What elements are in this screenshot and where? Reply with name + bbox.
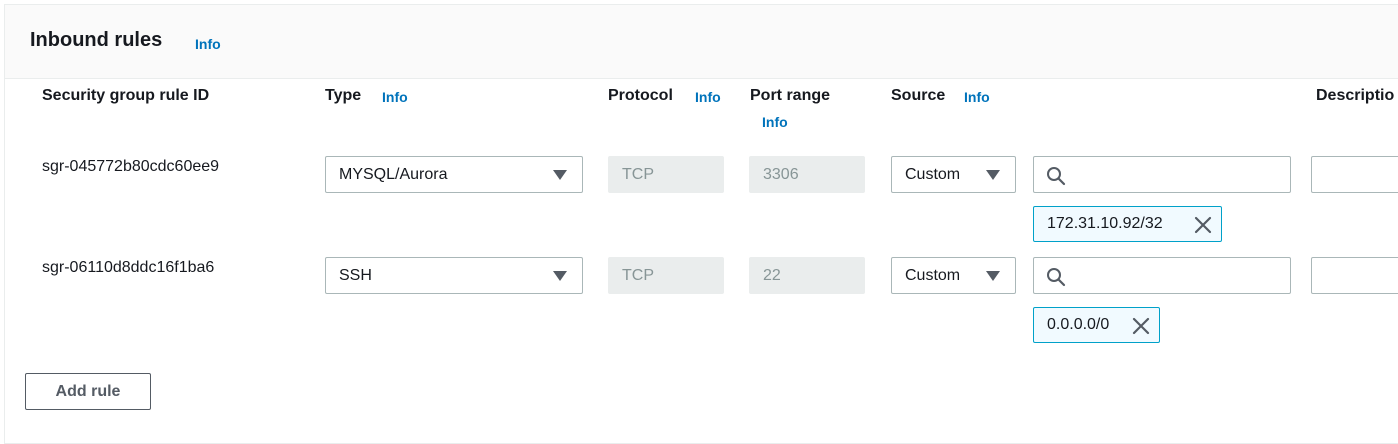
source-search-field[interactable] bbox=[1033, 257, 1291, 294]
source-search-input[interactable] bbox=[1072, 264, 1282, 288]
panel-title: Inbound rules bbox=[30, 29, 163, 51]
caret-down-icon bbox=[553, 271, 567, 281]
source-cidr-value: 172.31.10.92/32 bbox=[1047, 215, 1163, 232]
type-info-link[interactable]: Info bbox=[382, 89, 408, 105]
type-select-value: SSH bbox=[339, 266, 372, 284]
protocol-value: TCP bbox=[622, 165, 654, 183]
source-select-value: Custom bbox=[905, 165, 961, 183]
source-select-value: Custom bbox=[905, 266, 961, 284]
type-select[interactable]: MYSQL/Aurora bbox=[325, 156, 583, 193]
type-select-value: MYSQL/Aurora bbox=[339, 165, 448, 183]
close-icon[interactable] bbox=[1131, 316, 1151, 336]
source-search-input[interactable] bbox=[1072, 163, 1282, 187]
search-icon bbox=[1047, 167, 1066, 186]
caret-down-icon bbox=[553, 170, 567, 180]
protocol-field: TCP bbox=[608, 156, 724, 193]
panel-info-link[interactable]: Info bbox=[195, 36, 221, 52]
source-cidr-value: 0.0.0.0/0 bbox=[1047, 316, 1110, 333]
protocol-field: TCP bbox=[608, 257, 724, 294]
type-select[interactable]: SSH bbox=[325, 257, 583, 294]
source-info-link[interactable]: Info bbox=[964, 89, 990, 105]
source-select[interactable]: Custom bbox=[891, 156, 1016, 193]
description-input[interactable] bbox=[1311, 257, 1398, 294]
rule-id: sgr-045772b80cdc60ee9 bbox=[42, 158, 220, 175]
protocol-info-link[interactable]: Info bbox=[695, 89, 721, 105]
source-cidr-token: 0.0.0.0/0 bbox=[1033, 307, 1160, 343]
caret-down-icon bbox=[986, 170, 1000, 180]
port-range-field: 22 bbox=[749, 257, 865, 294]
source-cidr-token: 172.31.10.92/32 bbox=[1033, 206, 1222, 242]
source-search-field[interactable] bbox=[1033, 156, 1291, 193]
add-rule-label: Add rule bbox=[55, 382, 121, 400]
add-rule-button[interactable]: Add rule bbox=[25, 373, 151, 410]
column-header-rule-id: Security group rule ID bbox=[42, 87, 210, 104]
column-header-description: Descriptio bbox=[1316, 87, 1395, 104]
description-input[interactable] bbox=[1311, 156, 1398, 193]
port-range-value: 3306 bbox=[763, 165, 799, 183]
port-range-field: 3306 bbox=[749, 156, 865, 193]
port-range-info-link[interactable]: Info bbox=[762, 114, 788, 130]
protocol-value: TCP bbox=[622, 266, 654, 284]
close-icon[interactable] bbox=[1193, 215, 1213, 235]
port-range-value: 22 bbox=[763, 266, 781, 284]
column-header-port-range: Port range bbox=[750, 87, 831, 104]
rule-id: sgr-06110d8ddc16f1ba6 bbox=[42, 259, 215, 276]
column-header-type: Type bbox=[325, 87, 362, 104]
column-header-source: Source bbox=[891, 87, 946, 104]
column-header-protocol: Protocol bbox=[608, 87, 673, 104]
search-icon bbox=[1047, 268, 1066, 287]
panel-header: Inbound rules Info bbox=[5, 5, 1398, 79]
source-select[interactable]: Custom bbox=[891, 257, 1016, 294]
caret-down-icon bbox=[986, 271, 1000, 281]
